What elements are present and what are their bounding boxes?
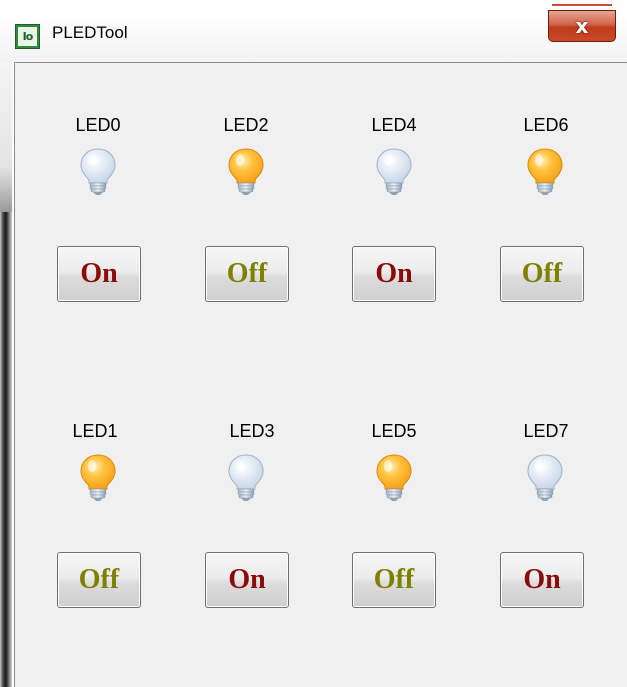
led4-toggle-button[interactable]: On: [352, 246, 436, 302]
led7-label: LED7: [523, 421, 569, 441]
led5-bulb-icon: [374, 453, 414, 503]
led5-toggle-label: Off: [373, 564, 415, 595]
led0-bulb-icon: [78, 147, 118, 197]
led1-toggle-label: Off: [78, 564, 120, 595]
window-title: PLEDTool: [52, 23, 128, 42]
led1-label: LED1: [72, 421, 118, 441]
led3-label: LED3: [229, 421, 275, 441]
led7-bulb-icon: [525, 453, 565, 503]
led7-toggle-label: On: [523, 564, 561, 595]
led6-toggle-button[interactable]: Off: [500, 246, 584, 302]
led2-toggle-button[interactable]: Off: [205, 246, 289, 302]
close-button[interactable]: x: [548, 10, 616, 42]
app-icon[interactable]: Io: [15, 24, 40, 49]
led6-bulb-icon: [525, 147, 565, 197]
led4-toggle-label: On: [375, 258, 413, 289]
led2-label: LED2: [223, 115, 269, 135]
led2-bulb-icon: [226, 147, 266, 197]
led-panel: LED0 On LED2 Off LED4 On LED6 Off LED1 O…: [14, 62, 627, 687]
led0-toggle-button[interactable]: On: [57, 246, 141, 302]
led6-toggle-label: Off: [521, 258, 563, 289]
led4-bulb-icon: [374, 147, 414, 197]
led1-bulb-icon: [78, 453, 118, 503]
led3-toggle-button[interactable]: On: [205, 552, 289, 608]
app-icon-glyph: Io: [18, 27, 37, 46]
led5-toggle-button[interactable]: Off: [352, 552, 436, 608]
pledtool-window: Io PLEDTool x LED0 On LED2 Off LED4 On L…: [0, 0, 627, 687]
led4-label: LED4: [371, 115, 417, 135]
led6-label: LED6: [523, 115, 569, 135]
close-accent: [552, 4, 612, 6]
window-left-edge-highlight: [0, 62, 12, 212]
close-icon: x: [575, 14, 589, 38]
led0-label: LED0: [75, 115, 121, 135]
led1-toggle-button[interactable]: Off: [57, 552, 141, 608]
led2-toggle-label: Off: [226, 258, 268, 289]
title-bar[interactable]: Io PLEDTool x: [0, 0, 627, 62]
led5-label: LED5: [371, 421, 417, 441]
led3-bulb-icon: [226, 453, 266, 503]
led0-toggle-label: On: [80, 258, 118, 289]
led7-toggle-button[interactable]: On: [500, 552, 584, 608]
led3-toggle-label: On: [228, 564, 266, 595]
